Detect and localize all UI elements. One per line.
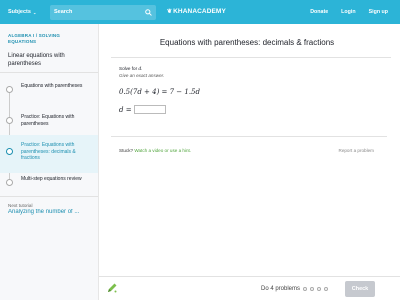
- hint-link[interactable]: Watch a video or use a hint.: [134, 148, 191, 153]
- page-title: Equations with parentheses: decimals & f…: [159, 38, 335, 47]
- next-tutorial-label: Next tutorial: [8, 203, 33, 208]
- problem-progress: Do 4 problems: [261, 286, 329, 292]
- exercise-footer: Do 4 problems Check: [99, 276, 400, 301]
- progress-text: Do 4 problems: [261, 286, 301, 292]
- practice-status-icon: [6, 117, 13, 124]
- donate-link[interactable]: Donate: [310, 9, 328, 15]
- sidebar-item-label: Multi-step equations review: [21, 176, 82, 182]
- content-divider: [111, 136, 387, 137]
- subjects-label: Subjects: [8, 9, 31, 15]
- progress-dot-icon: [317, 287, 322, 291]
- sidebar-item-label: Practice: Equations with parentheses: de…: [21, 142, 76, 161]
- practice-status-icon: [6, 148, 13, 155]
- solve-suffix: .: [141, 66, 143, 71]
- video-status-icon: [6, 86, 13, 93]
- equation: 0.5(7d + 4) = 7 − 1.5d: [119, 88, 200, 96]
- next-tutorial-link[interactable]: Analyzing the number of ...: [8, 209, 94, 215]
- breadcrumb[interactable]: ALGEBRA I / SOLVING EQUATIONS: [8, 33, 88, 45]
- search-input[interactable]: Search: [50, 4, 156, 20]
- progress-dot-icon: [303, 287, 308, 291]
- problem-instruction: Solve for d.: [119, 66, 142, 72]
- subjects-menu-button[interactable]: Subjects ⌄: [8, 9, 46, 15]
- sidebar-item-label: Equations with parentheses: [21, 83, 83, 89]
- review-status-icon: [6, 179, 13, 186]
- progress-dot-icon: [310, 287, 315, 291]
- khan-academy-logo[interactable]: ❦ KHANACADEMY: [167, 8, 226, 15]
- search-icon[interactable]: [145, 8, 152, 16]
- top-navigation-bar: Subjects ⌄ Search ❦ KHANACADEMY Donate L…: [0, 0, 400, 24]
- sidebar-divider: [0, 196, 98, 197]
- answer-input[interactable]: [133, 105, 166, 114]
- leaf-logo-icon: ❦: [167, 9, 173, 15]
- answer-prefix: d =: [119, 105, 132, 114]
- exercise-panel: Equations with parentheses: decimals & f…: [99, 24, 400, 300]
- hint-row: Stuck? Watch a video or use a hint.: [119, 148, 191, 153]
- report-problem-link[interactable]: Report a problem: [339, 148, 375, 153]
- answer-row: d =: [119, 105, 166, 114]
- exact-answer-note: Give an exact answer.: [119, 73, 165, 78]
- title-divider: [111, 57, 391, 58]
- progress-dot-icon: [324, 287, 329, 291]
- sidebar-item-review[interactable]: Multi-step equations review: [0, 166, 98, 204]
- sidebar-item-label: Practice: Equations with parentheses: [21, 114, 75, 127]
- check-button[interactable]: Check: [345, 281, 375, 297]
- tutorial-sidebar: ALGEBRA I / SOLVING EQUATIONS Linear equ…: [0, 24, 99, 300]
- search-placeholder: Search: [54, 9, 73, 15]
- stuck-label: Stuck?: [119, 148, 134, 153]
- header-nav-links: Donate Login Sign up: [310, 9, 388, 15]
- logo-text: KHANACADEMY: [173, 8, 226, 15]
- signup-link[interactable]: Sign up: [369, 9, 388, 15]
- scratchpad-pencil-icon[interactable]: [106, 282, 118, 294]
- solve-prefix: Solve for: [119, 66, 139, 71]
- topic-title: Linear equations with parentheses: [8, 53, 65, 67]
- chevron-down-icon: ⌄: [32, 9, 37, 15]
- login-link[interactable]: Login: [341, 9, 355, 15]
